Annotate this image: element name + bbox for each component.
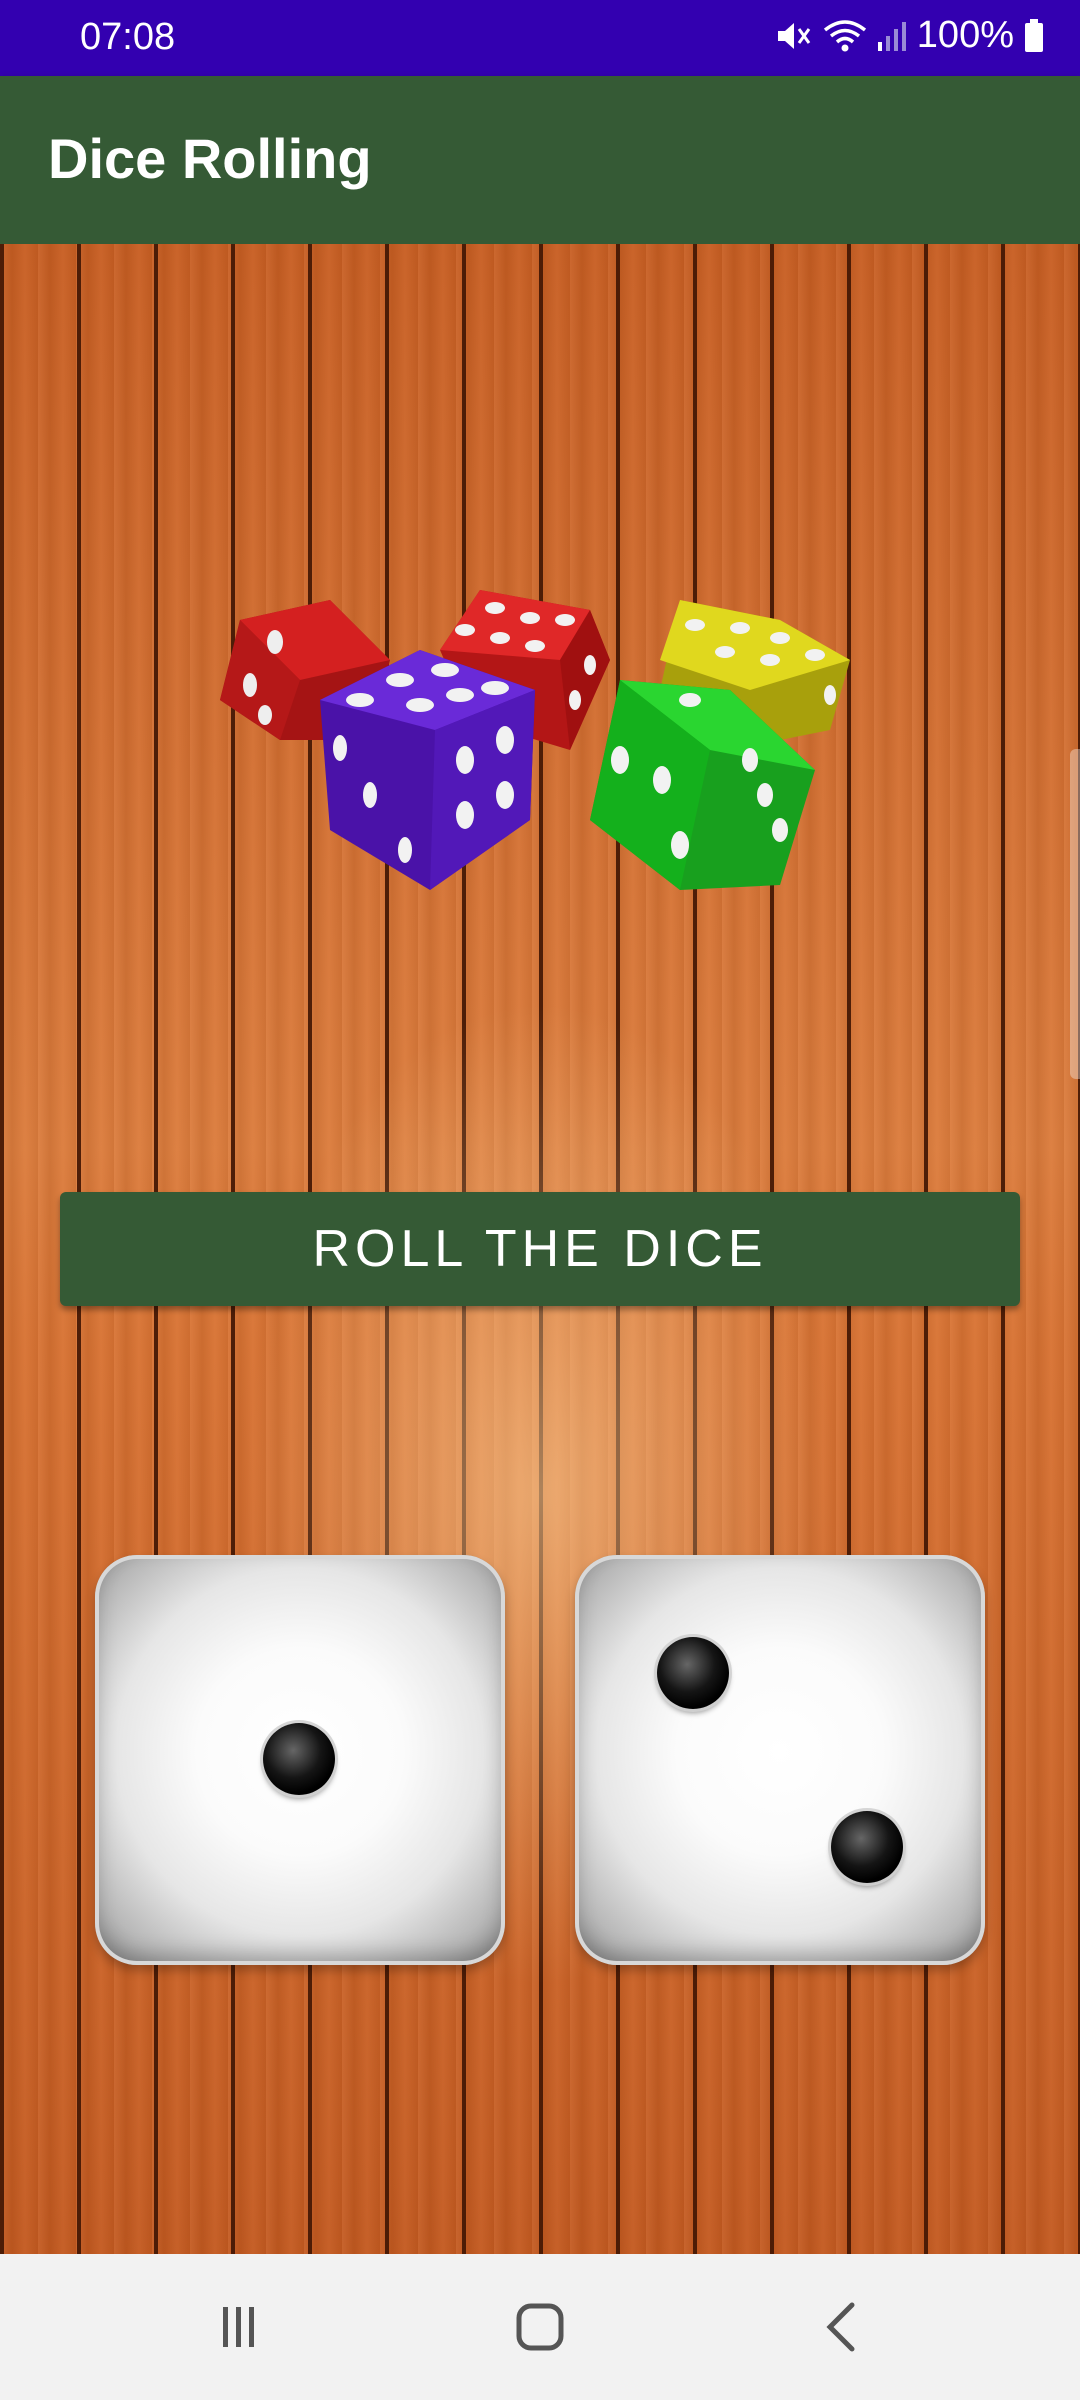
signal-icon bbox=[877, 20, 907, 52]
colorful-dice-image bbox=[220, 590, 850, 890]
app-bar: Dice Rolling bbox=[0, 76, 1080, 244]
roll-dice-button[interactable]: ROLL THE DICE bbox=[60, 1192, 1020, 1306]
die-pip bbox=[657, 1637, 729, 1709]
purple-die bbox=[320, 650, 535, 890]
die-pip bbox=[831, 1811, 903, 1883]
wifi-icon bbox=[823, 19, 867, 53]
back-icon[interactable] bbox=[802, 2294, 882, 2360]
edge-panel-handle[interactable] bbox=[1070, 749, 1080, 1079]
app-title: Dice Rolling bbox=[48, 127, 372, 190]
right-die bbox=[575, 1555, 985, 1965]
mute-icon bbox=[775, 19, 813, 53]
left-die bbox=[95, 1555, 505, 1965]
home-icon[interactable] bbox=[500, 2294, 580, 2360]
recents-icon[interactable] bbox=[198, 2294, 278, 2360]
die-pip bbox=[263, 1723, 335, 1795]
status-bar: 07:08 100% bbox=[0, 0, 1080, 76]
status-time: 07:08 bbox=[80, 16, 176, 58]
status-icons: 100% bbox=[775, 14, 1044, 57]
battery-icon bbox=[1024, 18, 1044, 53]
battery-text: 100% bbox=[916, 14, 1014, 56]
navigation-bar bbox=[0, 2254, 1080, 2400]
